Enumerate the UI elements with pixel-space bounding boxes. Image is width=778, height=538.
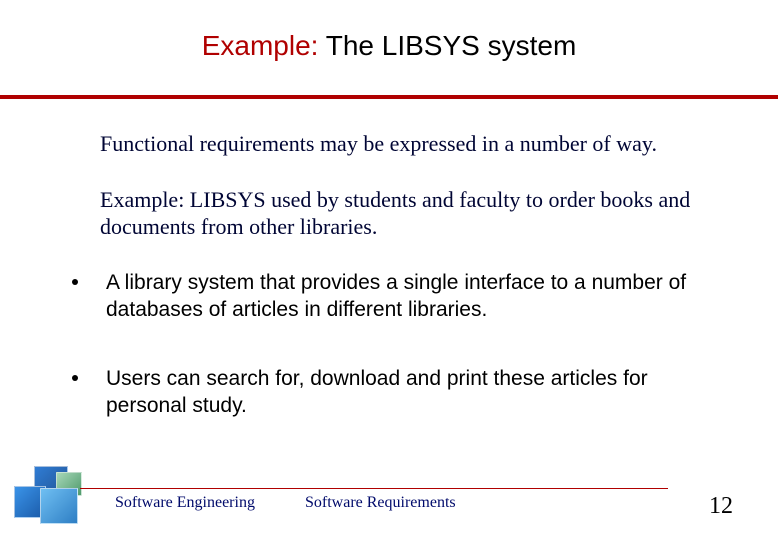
bullet-icon bbox=[72, 375, 78, 381]
list-item: Users can search for, download and print… bbox=[100, 365, 718, 420]
list-item: A library system that provides a single … bbox=[100, 269, 718, 324]
intro-block: Functional requirements may be expressed… bbox=[100, 130, 718, 241]
slide-title: Example: The LIBSYS system bbox=[0, 30, 778, 62]
bullet-text: Users can search for, download and print… bbox=[106, 365, 718, 420]
slide-footer: Software Engineering Software Requiremen… bbox=[0, 476, 778, 516]
page-number: 12 bbox=[709, 493, 733, 520]
footer-divider bbox=[80, 488, 668, 489]
intro-paragraph-2: Example: LIBSYS used by students and fac… bbox=[100, 186, 718, 241]
bullet-list: A library system that provides a single … bbox=[100, 269, 718, 420]
intro-paragraph-1: Functional requirements may be expressed… bbox=[100, 130, 718, 158]
title-accent: Example: bbox=[202, 30, 319, 61]
title-divider bbox=[0, 95, 778, 99]
bullet-icon bbox=[72, 279, 78, 285]
bullet-text: A library system that provides a single … bbox=[106, 269, 718, 324]
footer-left: Software Engineering bbox=[115, 494, 255, 512]
title-rest: The LIBSYS system bbox=[318, 30, 576, 61]
slide-body: Functional requirements may be expressed… bbox=[100, 130, 718, 462]
footer-center: Software Requirements bbox=[305, 494, 456, 512]
